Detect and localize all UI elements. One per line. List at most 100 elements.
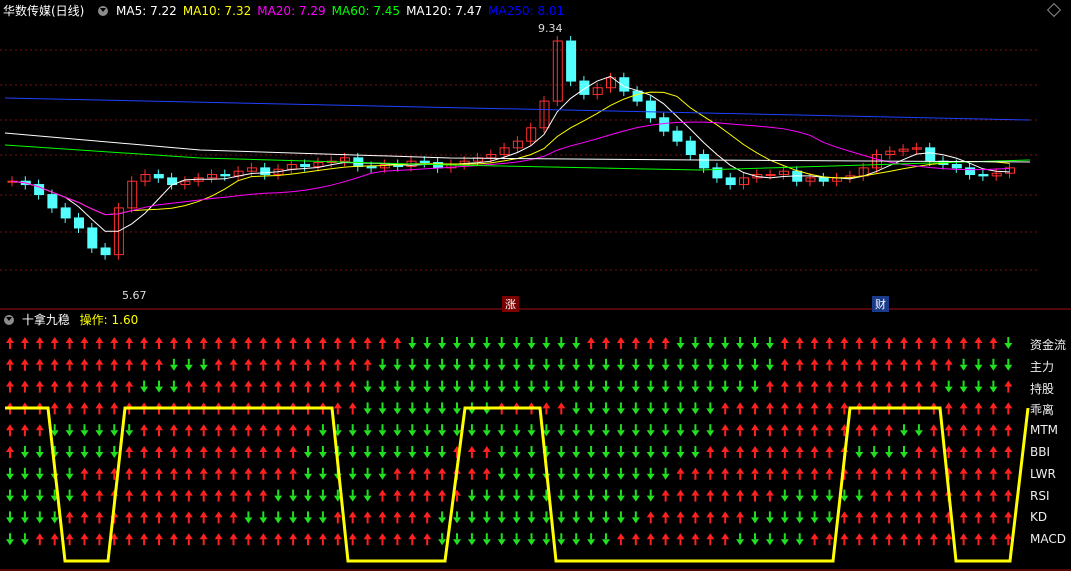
signal-up-arrow bbox=[378, 489, 387, 502]
signal-up-arrow bbox=[1004, 402, 1013, 415]
signal-down-arrow bbox=[721, 380, 730, 393]
signal-up-arrow bbox=[289, 533, 298, 546]
signal-down-arrow bbox=[587, 380, 596, 393]
signal-up-arrow bbox=[974, 337, 983, 349]
candle-body bbox=[366, 166, 377, 169]
signal-up-arrow bbox=[467, 467, 476, 480]
signal-up-arrow bbox=[199, 424, 208, 437]
signal-down-arrow bbox=[631, 489, 640, 502]
signal-down-arrow bbox=[497, 358, 506, 371]
candle-body bbox=[925, 147, 936, 162]
signal-down-arrow bbox=[497, 424, 506, 437]
signal-down-arrow bbox=[423, 337, 432, 349]
signal-up-arrow bbox=[557, 402, 566, 415]
signal-up-arrow bbox=[736, 489, 745, 502]
signal-down-arrow bbox=[65, 489, 74, 502]
signal-up-arrow bbox=[631, 533, 640, 546]
kline-panel[interactable]: 华数传媒(日线) MA5: 7.22 MA10: 7.32 MA20: 7.29 MA… bbox=[0, 0, 1071, 312]
signal-down-arrow bbox=[646, 358, 655, 371]
signal-up-arrow bbox=[35, 358, 44, 371]
signal-down-arrow bbox=[393, 402, 402, 415]
signal-up-arrow bbox=[110, 358, 119, 371]
signal-up-arrow bbox=[959, 402, 968, 415]
signal-up-arrow bbox=[274, 533, 283, 546]
signal-down-arrow bbox=[616, 489, 625, 502]
signal-down-arrow bbox=[527, 533, 536, 546]
candle-body bbox=[60, 207, 71, 219]
signal-down-arrow bbox=[542, 533, 551, 546]
signal-down-arrow bbox=[304, 467, 312, 480]
signal-down-arrow bbox=[378, 446, 387, 458]
kline-chart[interactable] bbox=[0, 0, 1071, 310]
signal-down-arrow bbox=[974, 358, 983, 371]
candle-body bbox=[100, 247, 111, 256]
signal-up-arrow bbox=[840, 511, 849, 524]
signal-up-arrow bbox=[825, 533, 834, 546]
signal-up-arrow bbox=[944, 533, 953, 546]
signal-down-arrow bbox=[423, 446, 432, 458]
signal-up-arrow bbox=[6, 337, 14, 349]
signal-down-arrow bbox=[482, 337, 491, 349]
signal-up-arrow bbox=[974, 446, 983, 458]
signal-up-arrow bbox=[736, 424, 745, 437]
signal-down-arrow bbox=[557, 358, 566, 371]
signal-row-label: 乖离 bbox=[1030, 403, 1055, 418]
signal-down-arrow bbox=[572, 337, 581, 349]
signal-down-arrow bbox=[184, 358, 193, 371]
signal-up-arrow bbox=[482, 446, 491, 458]
signal-row-label: 主力 bbox=[1030, 359, 1055, 374]
signal-down-arrow bbox=[453, 380, 461, 393]
candle-body bbox=[645, 100, 656, 119]
indicator-panel[interactable]: 十拿九稳 操作: 1.60 资金流 主力 持股 乖离 MTM BBI LWR RSI KD MAC… bbox=[0, 311, 1071, 571]
signal-up-arrow bbox=[363, 533, 372, 546]
signal-up-arrow bbox=[885, 533, 894, 546]
signal-down-arrow bbox=[318, 446, 327, 458]
signal-up-arrow bbox=[155, 337, 163, 349]
signal-up-arrow bbox=[348, 380, 357, 393]
signal-down-arrow bbox=[900, 424, 908, 437]
signal-down-arrow bbox=[1004, 337, 1013, 349]
signal-down-arrow bbox=[318, 424, 327, 437]
signal-down-arrow bbox=[20, 446, 29, 458]
signal-down-arrow bbox=[721, 358, 730, 371]
signal-down-arrow bbox=[453, 337, 461, 349]
signal-down-arrow bbox=[363, 446, 372, 458]
signal-up-arrow bbox=[706, 511, 715, 524]
signal-down-arrow bbox=[512, 511, 521, 524]
signal-up-arrow bbox=[661, 533, 670, 546]
signal-down-arrow bbox=[467, 380, 476, 393]
event-rise-badge[interactable]: 涨 bbox=[502, 296, 519, 312]
candle-body bbox=[419, 160, 430, 164]
signal-down-arrow bbox=[289, 511, 298, 524]
event-finance-badge[interactable]: 财 bbox=[872, 296, 889, 312]
signal-up-arrow bbox=[304, 358, 312, 371]
signal-up-arrow bbox=[870, 533, 879, 546]
signal-down-arrow bbox=[825, 511, 834, 524]
signal-up-arrow bbox=[333, 337, 342, 349]
signal-up-arrow bbox=[914, 337, 923, 349]
signal-up-arrow bbox=[184, 489, 193, 502]
signal-down-arrow bbox=[467, 337, 476, 349]
signal-down-arrow bbox=[810, 489, 819, 502]
signal-up-arrow bbox=[95, 358, 104, 371]
signal-down-arrow bbox=[408, 446, 417, 458]
signal-up-arrow bbox=[140, 467, 149, 480]
signal-up-arrow bbox=[885, 380, 894, 393]
signal-up-arrow bbox=[65, 358, 74, 371]
signal-down-arrow bbox=[393, 424, 402, 437]
signal-up-arrow bbox=[780, 337, 789, 349]
signal-up-arrow bbox=[50, 337, 59, 349]
signal-up-arrow bbox=[780, 358, 789, 371]
signal-grid[interactable] bbox=[0, 311, 1071, 571]
signal-down-arrow bbox=[661, 424, 670, 437]
signal-up-arrow bbox=[289, 358, 298, 371]
signal-down-arrow bbox=[497, 489, 506, 502]
signal-up-arrow bbox=[721, 511, 730, 524]
signal-down-arrow bbox=[795, 533, 804, 546]
signal-up-arrow bbox=[795, 337, 804, 349]
signal-down-arrow bbox=[870, 446, 879, 458]
signal-down-arrow bbox=[765, 358, 774, 371]
signal-down-arrow bbox=[438, 337, 447, 349]
signal-up-arrow bbox=[229, 337, 238, 349]
signal-up-arrow bbox=[1004, 489, 1013, 502]
